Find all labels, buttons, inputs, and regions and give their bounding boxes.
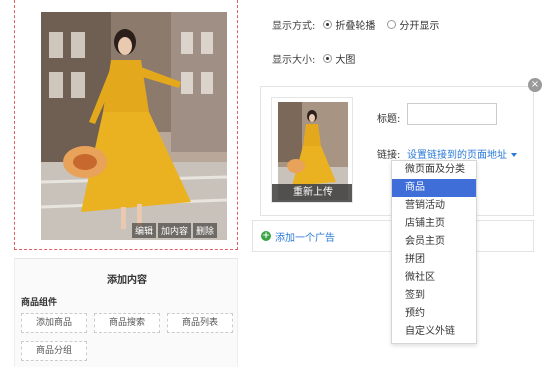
product-list-button[interactable]: 商品列表: [167, 313, 233, 333]
menu-item-reservation[interactable]: 预约: [392, 305, 476, 323]
menu-item-custom-link[interactable]: 自定义外链: [392, 323, 476, 341]
menu-item-store-home[interactable]: 店铺主页: [392, 215, 476, 233]
display-size-option-large[interactable]: 大图: [323, 51, 355, 66]
link-dropdown-trigger[interactable]: 设置链接到的页面地址: [407, 146, 517, 161]
product-search-button[interactable]: 商品搜索: [94, 313, 160, 333]
add-ad-label: 添加一个广告: [275, 232, 335, 244]
ad-preview-block[interactable]: 编辑 加内容 删除: [14, 0, 238, 250]
add-content-title: 添加内容: [107, 275, 147, 286]
edit-preview-button[interactable]: 编辑: [131, 223, 156, 238]
component-group-title: 商品组件: [21, 298, 58, 308]
radio-unchecked-icon: [387, 20, 397, 29]
link-type-menu: 微页面及分类 商品 营销活动 店铺主页 会员主页 拼团 微社区 签到 预约 自定…: [391, 160, 477, 344]
product-group-button[interactable]: 商品分组: [21, 341, 87, 361]
display-mode-label: 显示方式:: [272, 21, 316, 32]
link-label: 链接:: [377, 150, 401, 161]
title-label: 标题:: [377, 114, 401, 125]
close-icon[interactable]: ×: [528, 78, 542, 92]
menu-item-marketing[interactable]: 营销活动: [392, 197, 476, 215]
ad-image-thumbnail: 重新上传: [271, 97, 353, 203]
radio-checked-icon: [323, 20, 333, 29]
display-size-label: 显示大小:: [272, 55, 316, 66]
plus-icon: +: [261, 231, 271, 241]
display-mode-option-carousel[interactable]: 折叠轮播: [323, 17, 375, 32]
title-input[interactable]: [407, 103, 497, 125]
preview-actions: 编辑 加内容 删除: [131, 223, 217, 238]
add-content-panel: 添加内容 商品组件 添加商品 商品搜索 商品列表 商品分组: [14, 258, 238, 367]
fashion-photo: [41, 12, 227, 240]
radio-checked-icon: [323, 54, 333, 63]
menu-item-micro-page[interactable]: 微页面及分类: [392, 161, 476, 179]
menu-item-product[interactable]: 商品: [392, 179, 476, 197]
phone-preview-column: 编辑 加内容 删除 添加内容 商品组件 添加商品 商品搜索 商品列表 商品分组: [0, 0, 240, 367]
menu-item-checkin[interactable]: 签到: [392, 287, 476, 305]
add-product-button[interactable]: 添加商品: [21, 313, 87, 333]
reupload-button[interactable]: 重新上传: [272, 184, 352, 202]
delete-preview-button[interactable]: 删除: [192, 223, 217, 238]
display-mode-row: 显示方式: 折叠轮播 分开显示: [272, 17, 451, 32]
ad-preview-image: 编辑 加内容 删除: [41, 12, 227, 240]
menu-item-member-home[interactable]: 会员主页: [392, 233, 476, 251]
add-content-preview-button[interactable]: 加内容: [157, 223, 191, 238]
display-mode-option-separate[interactable]: 分开显示: [387, 17, 439, 32]
menu-item-group-buy[interactable]: 拼团: [392, 251, 476, 269]
caret-down-icon: [511, 153, 517, 157]
menu-item-community[interactable]: 微社区: [392, 269, 476, 287]
display-size-row: 显示大小: 大图: [272, 51, 367, 66]
